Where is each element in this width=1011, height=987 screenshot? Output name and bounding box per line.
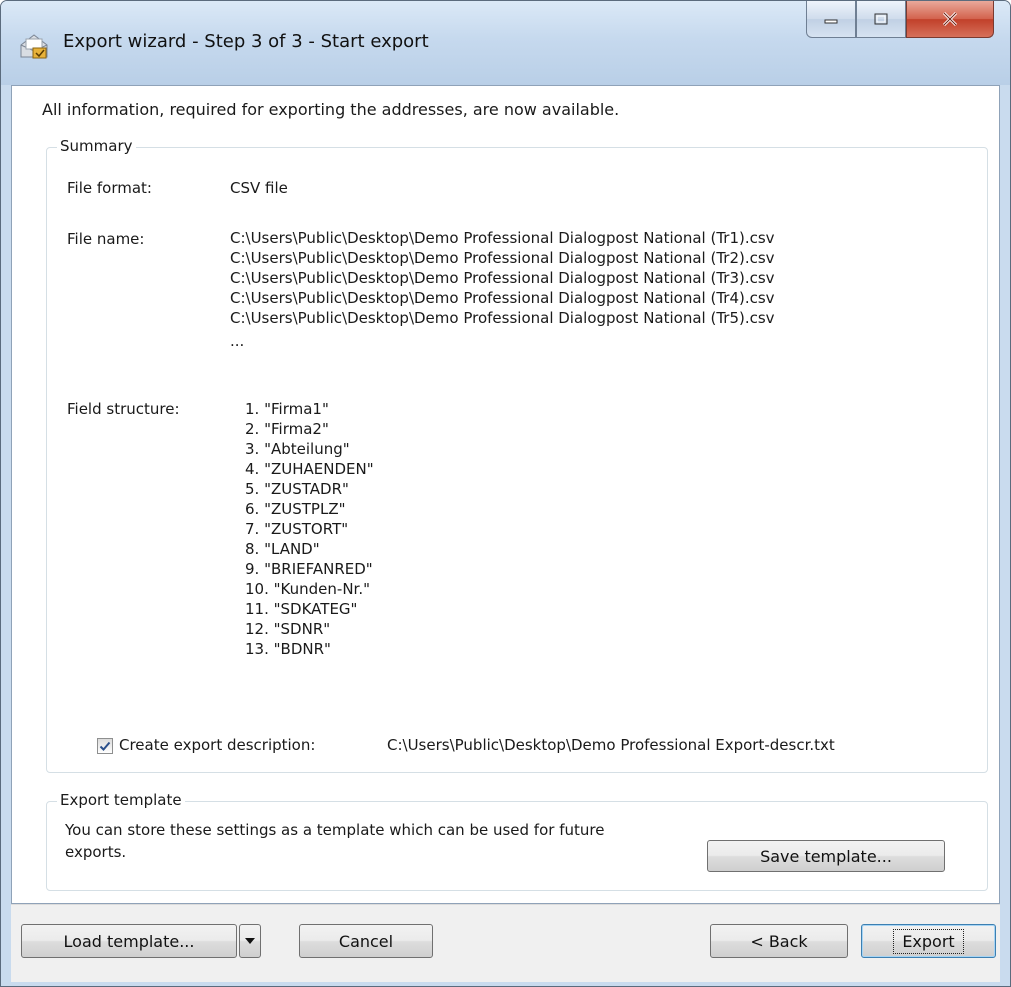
field-item: 4. "ZUHAENDEN" bbox=[245, 460, 374, 478]
back-button[interactable]: < Back bbox=[710, 924, 848, 958]
export-wizard-icon bbox=[19, 31, 49, 59]
maximize-button[interactable] bbox=[856, 1, 906, 38]
field-item: 13. "BDNR" bbox=[245, 640, 331, 658]
minimize-button[interactable] bbox=[806, 1, 856, 38]
cancel-button[interactable]: Cancel bbox=[299, 924, 433, 958]
file-format-value: CSV file bbox=[230, 179, 288, 197]
file-name-item: C:\Users\Public\Desktop\Demo Professiona… bbox=[230, 229, 775, 247]
load-template-button[interactable]: Load template... bbox=[21, 924, 237, 958]
intro-text: All information, required for exporting … bbox=[42, 100, 620, 119]
description-path: C:\Users\Public\Desktop\Demo Professiona… bbox=[387, 736, 835, 754]
file-format-label: File format: bbox=[67, 179, 152, 197]
summary-group: Summary File format: CSV file File name:… bbox=[46, 137, 988, 773]
field-item: 8. "LAND" bbox=[245, 540, 320, 558]
chevron-down-icon bbox=[245, 938, 255, 944]
maximize-icon bbox=[874, 13, 888, 25]
button-bar: Load template... Cancel < Back Export bbox=[11, 904, 1000, 982]
file-name-more: ... bbox=[230, 332, 245, 350]
window-title: Export wizard - Step 3 of 3 - Start expo… bbox=[63, 31, 429, 52]
title-bar[interactable]: Export wizard - Step 3 of 3 - Start expo… bbox=[1, 1, 1010, 85]
export-button[interactable]: Export bbox=[861, 924, 996, 958]
file-name-list: C:\Users\Public\Desktop\Demo Professiona… bbox=[230, 228, 775, 351]
field-item: 2. "Firma2" bbox=[245, 420, 329, 438]
file-name-item: C:\Users\Public\Desktop\Demo Professiona… bbox=[230, 249, 775, 267]
field-item: 3. "Abteilung" bbox=[245, 440, 350, 458]
caption-buttons bbox=[806, 1, 994, 39]
field-structure-list: 1. "Firma1" 2. "Firma2" 3. "Abteilung" 4… bbox=[245, 399, 374, 659]
export-wizard-window: Export wizard - Step 3 of 3 - Start expo… bbox=[0, 0, 1011, 987]
export-button-label: Export bbox=[893, 928, 964, 954]
field-item: 12. "SDNR" bbox=[245, 620, 331, 638]
load-template-dropdown-button[interactable] bbox=[239, 924, 261, 958]
field-item: 10. "Kunden-Nr." bbox=[245, 580, 370, 598]
export-template-group: Export template You can store these sett… bbox=[46, 791, 988, 891]
close-icon bbox=[942, 11, 958, 27]
export-template-legend: Export template bbox=[57, 791, 185, 809]
export-template-text: You can store these settings as a templa… bbox=[65, 821, 605, 861]
wizard-content: All information, required for exporting … bbox=[11, 85, 1000, 904]
file-name-label: File name: bbox=[67, 230, 145, 248]
field-item: 9. "BRIEFANRED" bbox=[245, 560, 373, 578]
minimize-icon bbox=[824, 19, 838, 24]
field-item: 5. "ZUSTADR" bbox=[245, 480, 349, 498]
file-name-item: C:\Users\Public\Desktop\Demo Professiona… bbox=[230, 309, 775, 327]
field-structure-label: Field structure: bbox=[67, 400, 180, 418]
create-description-checkbox[interactable] bbox=[97, 738, 113, 754]
field-item: 7. "ZUSTORT" bbox=[245, 520, 349, 538]
save-template-button[interactable]: Save template... bbox=[707, 840, 945, 872]
create-description-label[interactable]: Create export description: bbox=[119, 736, 315, 754]
file-name-item: C:\Users\Public\Desktop\Demo Professiona… bbox=[230, 269, 775, 287]
file-name-item: C:\Users\Public\Desktop\Demo Professiona… bbox=[230, 289, 775, 307]
summary-legend: Summary bbox=[57, 137, 136, 155]
checkmark-icon bbox=[99, 741, 111, 751]
field-item: 11. "SDKATEG" bbox=[245, 600, 358, 618]
field-item: 6. "ZUSTPLZ" bbox=[245, 500, 346, 518]
close-button[interactable] bbox=[906, 1, 994, 38]
field-item: 1. "Firma1" bbox=[245, 400, 329, 418]
